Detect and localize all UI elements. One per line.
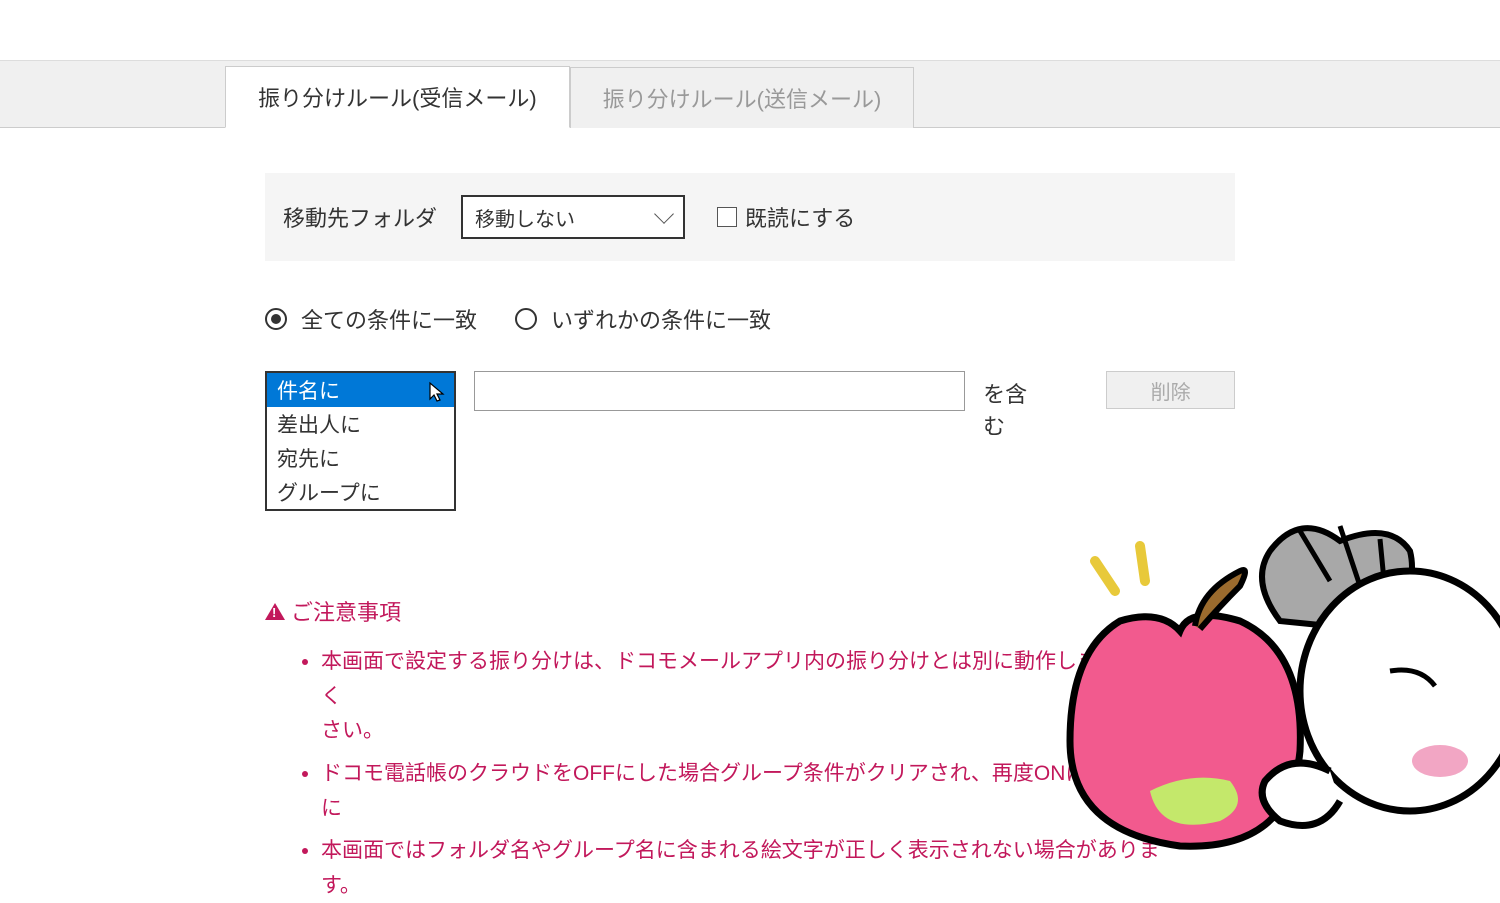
folder-settings-row: 移動先フォルダ 移動しない 既読にする <box>265 173 1235 261</box>
warning-title: ご注意事項 <box>291 595 401 627</box>
move-folder-select[interactable]: 移動しない <box>461 195 685 239</box>
radio-match-all-label: 全ての条件に一致 <box>301 303 477 335</box>
tab-bar: 振り分けルール(受信メール) 振り分けルール(送信メール) <box>0 60 1500 128</box>
delete-condition-button[interactable]: 削除 <box>1106 371 1235 409</box>
warning-icon <box>265 603 285 620</box>
match-mode-row: 全ての条件に一致 いずれかの条件に一致 <box>265 303 1235 335</box>
move-folder-label: 移動先フォルダ <box>283 201 437 233</box>
mark-read-checkbox-wrap[interactable]: 既読にする <box>717 201 855 233</box>
mark-read-checkbox[interactable] <box>717 207 737 227</box>
chevron-down-icon <box>654 204 674 224</box>
radio-match-any[interactable] <box>515 308 537 330</box>
dropdown-option-recipient[interactable]: 宛先に <box>267 441 454 475</box>
mascot-illustration <box>1040 491 1500 871</box>
dropdown-option-sender[interactable]: 差出人に <box>267 407 454 441</box>
condition-row: 件名に 差出人に 宛先に グループに を含む 削除 <box>265 371 1235 511</box>
condition-field-dropdown[interactable]: 件名に 差出人に 宛先に グループに <box>265 371 456 511</box>
radio-match-any-label: いずれかの条件に一致 <box>551 303 771 335</box>
tab-send-mail[interactable]: 振り分けルール(送信メール) <box>570 67 915 128</box>
mark-read-label: 既読にする <box>745 201 855 233</box>
dropdown-option-subject[interactable]: 件名に <box>267 373 454 407</box>
tab-receive-mail[interactable]: 振り分けルール(受信メール) <box>225 66 570 128</box>
radio-match-all[interactable] <box>265 308 287 330</box>
condition-suffix-label: を含む <box>983 371 1038 441</box>
dropdown-option-group[interactable]: グループに <box>267 475 454 509</box>
move-folder-selected: 移動しない <box>475 203 575 232</box>
condition-value-input[interactable] <box>474 371 965 411</box>
